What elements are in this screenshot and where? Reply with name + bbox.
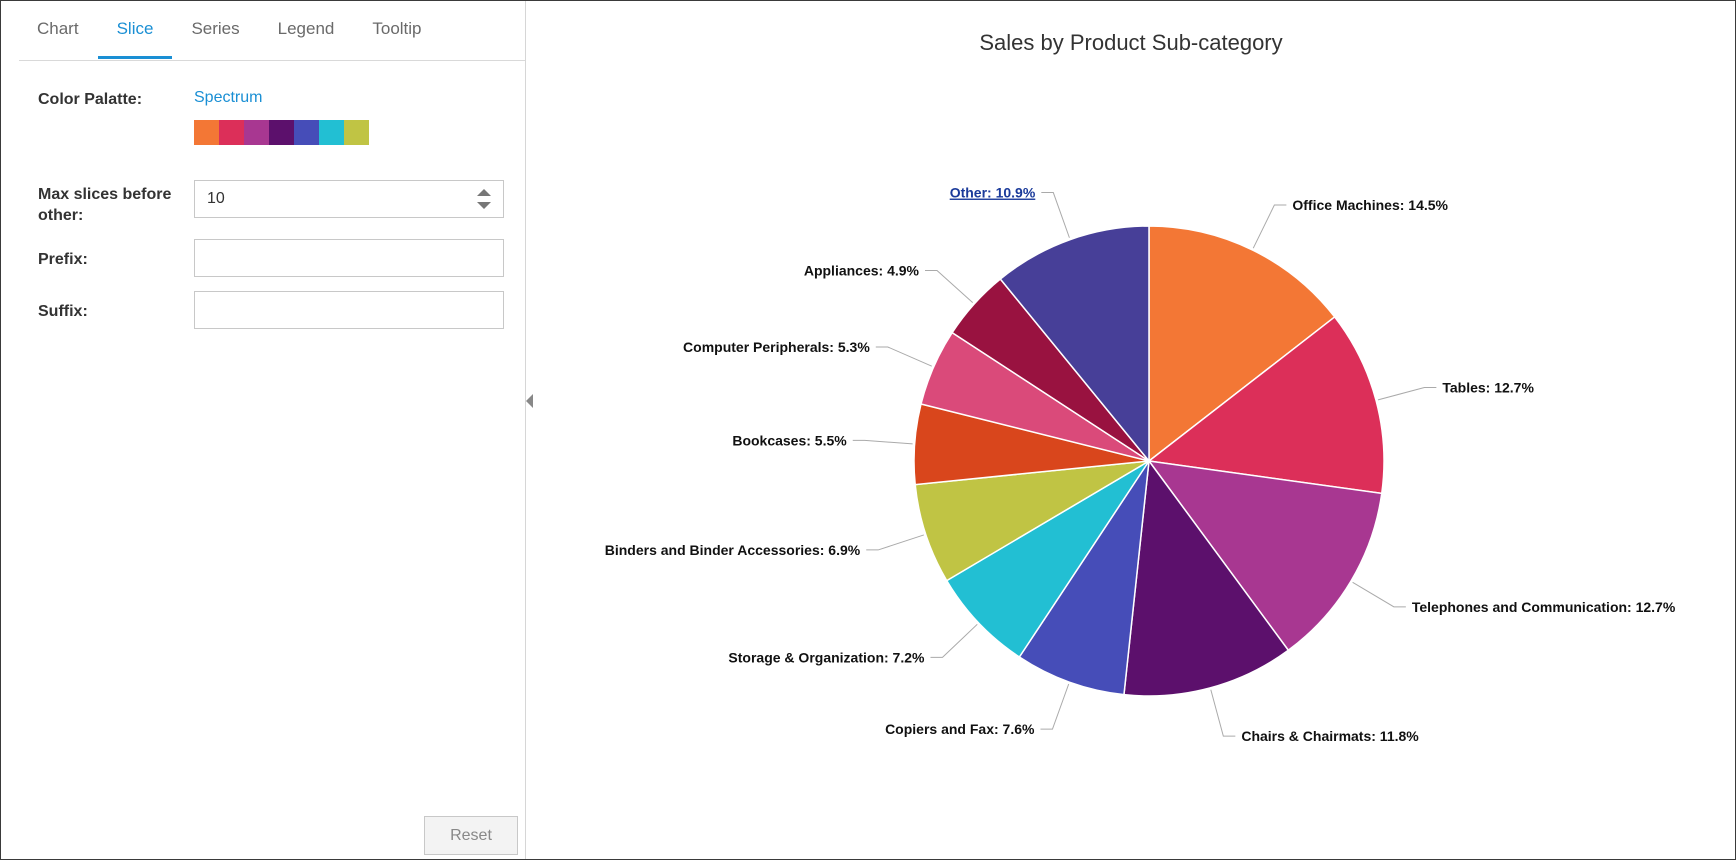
leader-line (1352, 581, 1406, 608)
leader-line (1377, 387, 1437, 401)
slice-label: Tables: 12.7% (1442, 380, 1534, 396)
slice-label: Chairs & Chairmats: 11.8% (1241, 728, 1419, 744)
leader-line (1210, 689, 1236, 737)
slice-label[interactable]: Other: 10.9% (950, 185, 1036, 201)
slice-label: Appliances: 4.9% (804, 263, 920, 279)
slice-label: Bookcases: 5.5% (732, 432, 847, 448)
leader-line (925, 270, 974, 303)
leader-line (1041, 192, 1070, 238)
slice-label: Telephones and Communication: 12.7% (1412, 599, 1676, 615)
leader-line (930, 623, 978, 658)
leader-line (1252, 204, 1287, 249)
pie-chart: Office Machines: 14.5% Tables: 12.7% Telep… (605, 185, 1676, 745)
leader-line (1040, 683, 1070, 730)
slice-label: Office Machines: 14.5% (1292, 197, 1448, 213)
window: Chart Slice Series Legend Tooltip Color … (0, 0, 1736, 860)
slice-label: Storage & Organization: 7.2% (728, 649, 925, 665)
slice-label: Binders and Binder Accessories: 6.9% (605, 542, 861, 558)
slice-label: Copiers and Fax: 7.6% (885, 721, 1035, 737)
leader-line (852, 439, 913, 445)
slice-label: Computer Peripherals: 5.3% (683, 339, 870, 355)
leader-line (875, 346, 932, 367)
leader-line (866, 534, 924, 551)
